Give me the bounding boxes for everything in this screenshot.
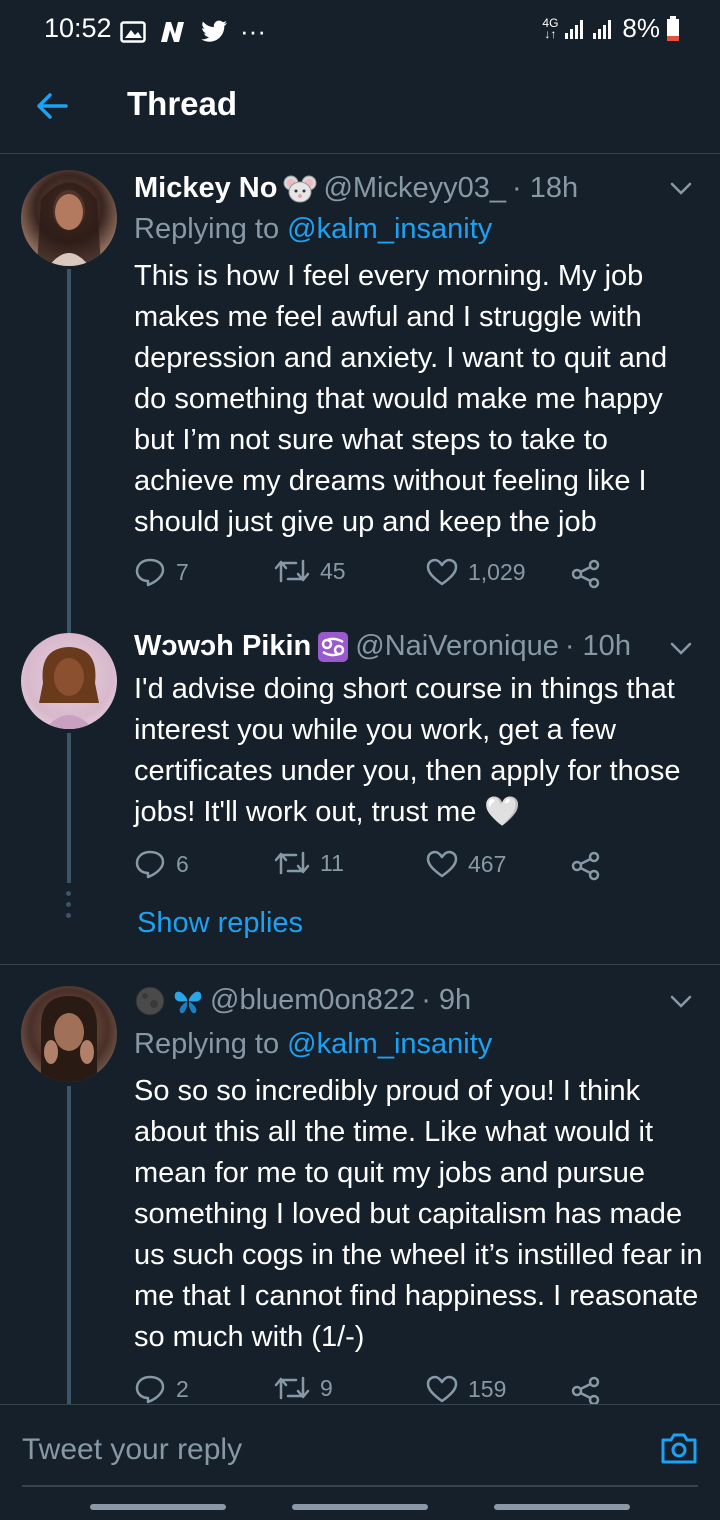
like-icon: [426, 850, 458, 878]
page-title: Thread: [127, 85, 238, 122]
author-handle[interactable]: @bluem0on822: [210, 984, 415, 1017]
author-handle[interactable]: @Mickeyy03_: [323, 172, 506, 205]
thread-line: [67, 733, 71, 883]
avatar[interactable]: [21, 633, 117, 729]
retweet-icon: [274, 559, 310, 583]
tweet[interactable]: @bluem0on822 · 9h Replying to @kalm_insa…: [0, 966, 720, 1406]
nav-recents[interactable]: [90, 1504, 226, 1510]
author-name[interactable]: Mickey No: [134, 172, 277, 205]
status-bar: 10:52 ··· 4G ↓↑ 8%: [0, 0, 720, 56]
tweet[interactable]: Mickey No @Mickeyy03_ · 18h Replying to …: [0, 155, 720, 625]
like-icon: [426, 558, 458, 586]
author-row[interactable]: @bluem0on822 · 9h: [134, 984, 471, 1017]
share-icon[interactable]: [570, 851, 602, 881]
back-arrow-icon[interactable]: [30, 84, 74, 128]
chevron-down-icon[interactable]: [666, 986, 696, 1016]
chevron-down-icon[interactable]: [666, 173, 696, 203]
reply-button[interactable]: 7: [134, 557, 189, 587]
retweet-button[interactable]: 11: [274, 849, 344, 877]
author-name[interactable]: Wɔwɔh Pikin: [134, 630, 311, 663]
author-handle[interactable]: @NaiVeronique: [355, 630, 559, 663]
retweet-button[interactable]: 9: [274, 1374, 333, 1402]
replying-to: Replying to @kalm_insanity: [134, 213, 493, 245]
thread-line: [67, 1086, 71, 1404]
author-row[interactable]: Wɔwɔh Pikin @NaiVeronique · 10h: [134, 630, 631, 663]
like-button[interactable]: 1,029: [426, 557, 526, 587]
tweet-text: This is how I feel every morning. My job…: [134, 260, 668, 538]
nav-home[interactable]: [292, 1504, 428, 1510]
moon-emoji-icon: [135, 986, 165, 1015]
signal-icon: [565, 19, 584, 39]
camera-icon[interactable]: [660, 1431, 698, 1465]
more-replies-dots: [66, 891, 72, 924]
tweet-text: I'd advise doing short course in things …: [134, 673, 681, 828]
thread-line: [67, 625, 71, 633]
tweet-text: So so so incredibly proud of you! I thin…: [134, 1075, 703, 1353]
tweet-actions: 6 11 467: [134, 849, 614, 885]
mention-link[interactable]: @kalm_insanity: [287, 1028, 492, 1060]
like-button[interactable]: 159: [426, 1374, 506, 1404]
tweet-actions: 7 45 1,029: [134, 557, 614, 593]
n-app-icon: [161, 21, 184, 42]
avatar[interactable]: [21, 986, 117, 1082]
like-icon: [426, 1375, 458, 1403]
mouse-emoji-icon: [283, 175, 317, 202]
tweet-time: · 9h: [421, 984, 472, 1016]
nav-back[interactable]: [494, 1504, 630, 1510]
system-nav-bar: [0, 1500, 720, 1520]
author-row[interactable]: Mickey No @Mickeyy03_ · 18h: [134, 172, 578, 205]
reply-icon: [135, 558, 165, 587]
replying-to: Replying to @kalm_insanity: [134, 1028, 493, 1060]
notification-icons: ···: [120, 16, 266, 47]
reply-underline: [22, 1485, 698, 1487]
tweet-time: · 18h: [512, 172, 579, 204]
tweet[interactable]: Wɔwɔh Pikin @NaiVeronique · 10h I'd advi…: [0, 625, 720, 965]
reply-icon: [135, 850, 165, 879]
mention-link[interactable]: @kalm_insanity: [287, 213, 492, 245]
like-button[interactable]: 467: [426, 849, 506, 879]
reply-button[interactable]: 6: [134, 849, 189, 879]
more-notifications-icon: ···: [240, 16, 266, 46]
reply-button[interactable]: 2: [134, 1374, 189, 1404]
avatar[interactable]: [21, 170, 117, 266]
reply-icon: [135, 1375, 165, 1404]
share-icon[interactable]: [570, 559, 602, 589]
tweet-time: · 10h: [564, 630, 631, 662]
network-type: 4G ↓↑: [542, 15, 559, 41]
cancer-zodiac-icon: [318, 631, 349, 662]
butterfly-emoji-icon: [174, 991, 202, 1013]
thread-line: [67, 269, 71, 625]
gallery-icon: [120, 20, 146, 43]
share-icon[interactable]: [570, 1376, 602, 1406]
retweet-button[interactable]: 45: [274, 557, 346, 585]
twitter-bird-icon: [201, 20, 227, 42]
divider: [0, 964, 720, 965]
show-replies-link[interactable]: Show replies: [137, 907, 303, 940]
status-right: 4G ↓↑ 8%: [542, 13, 680, 44]
reply-input[interactable]: Tweet your reply: [22, 1433, 242, 1467]
chevron-down-icon[interactable]: [666, 633, 696, 663]
signal-icon-2: [593, 19, 612, 39]
battery-percent: 8%: [622, 13, 660, 43]
retweet-icon: [274, 1376, 310, 1400]
status-time: 10:52: [44, 13, 112, 43]
thread-header: Thread: [0, 56, 720, 154]
battery-icon: [667, 15, 679, 41]
retweet-icon: [274, 851, 310, 875]
